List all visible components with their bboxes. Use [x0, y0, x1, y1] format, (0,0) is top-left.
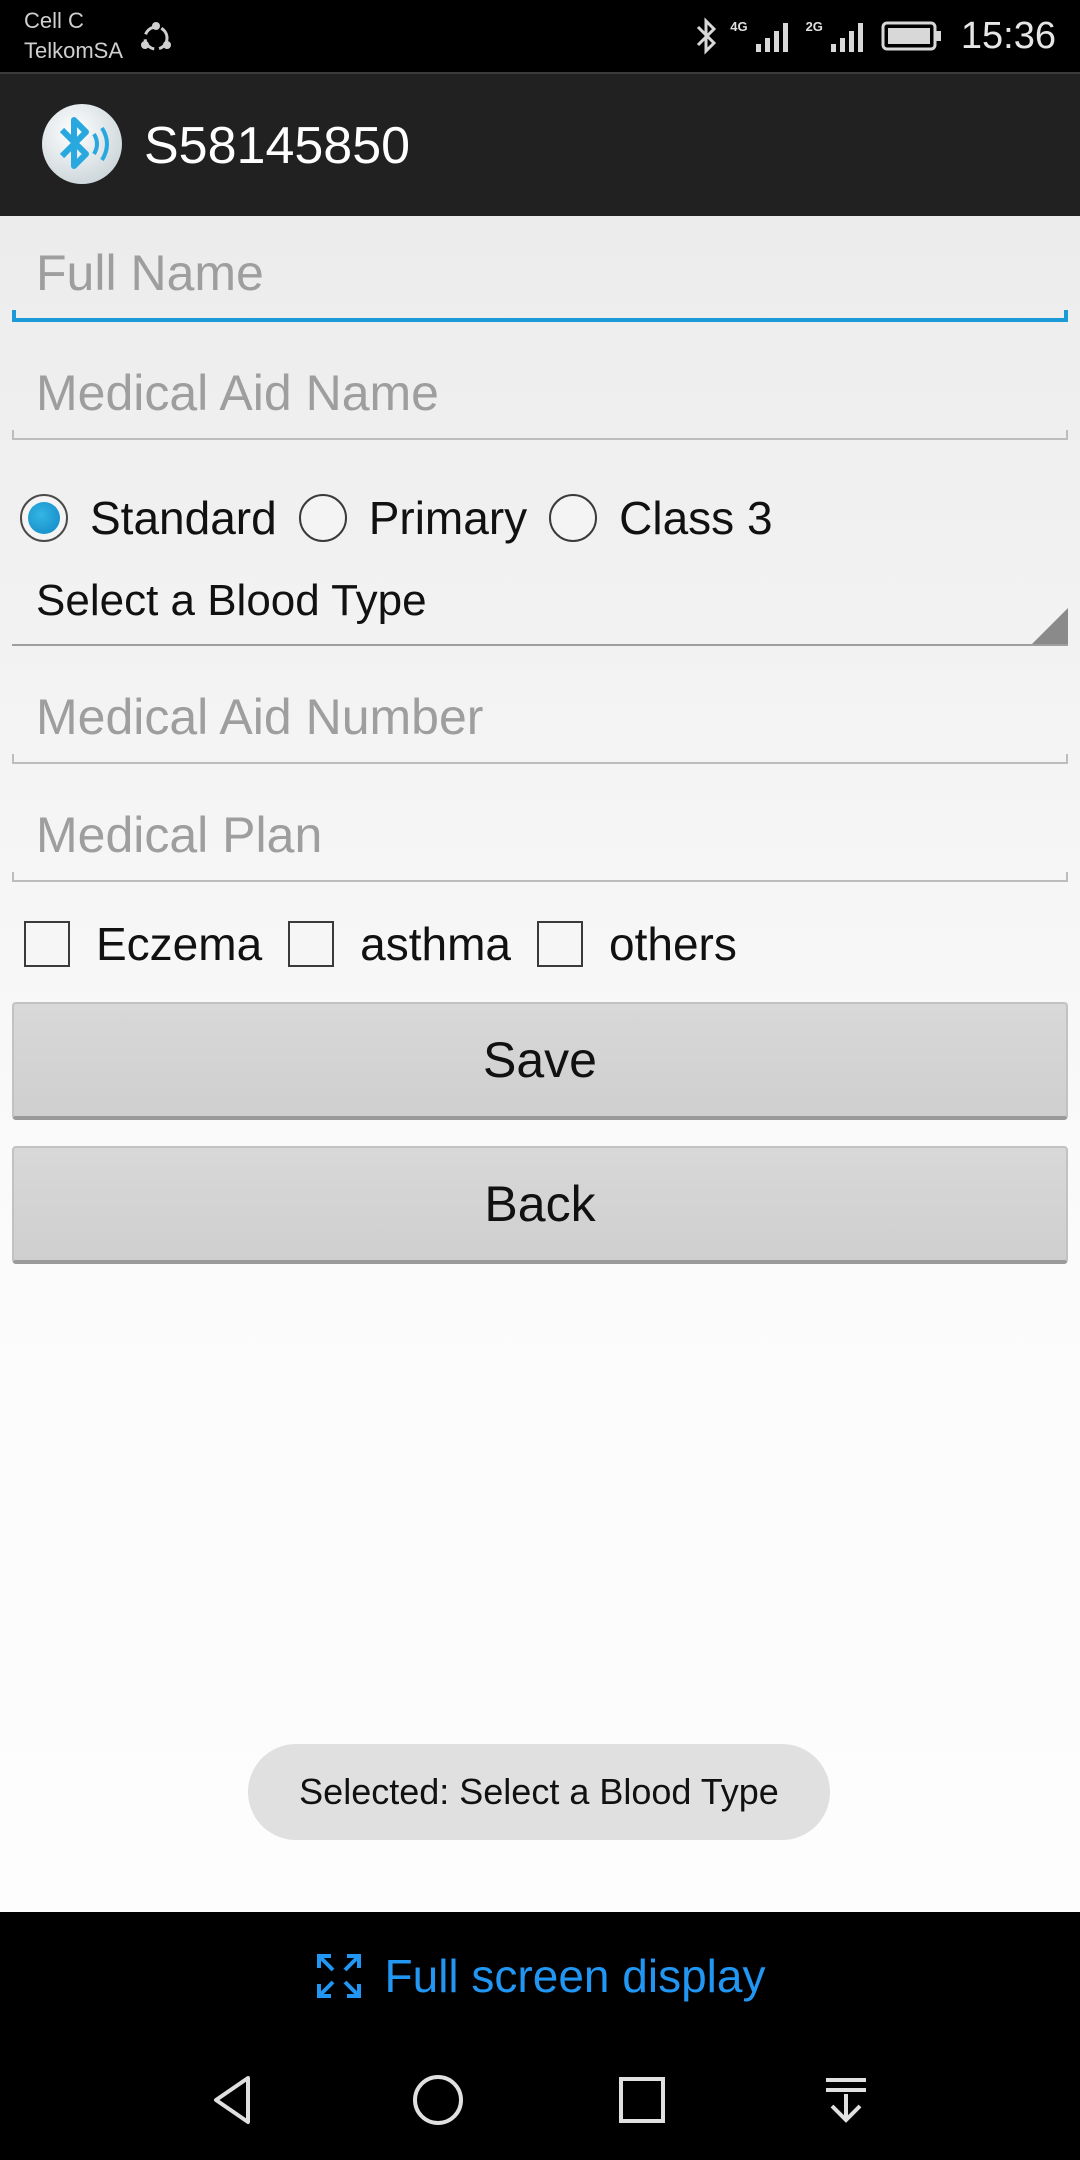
conditions-checkbox-group: Eczema asthma others — [24, 896, 763, 992]
status-time: 15:36 — [960, 14, 1056, 57]
medical-plan-placeholder: Medical Plan — [36, 807, 323, 863]
app-bar: S58145850 — [0, 72, 1080, 216]
medical-aid-name-input[interactable]: Medical Aid Name — [12, 340, 1068, 440]
spinner-arrow-icon — [1032, 608, 1068, 644]
status-bar: Cell C TelkomSA 4G 2G 15:36 — [0, 0, 1080, 72]
battery-icon — [881, 21, 941, 51]
carrier-line-1: Cell C — [24, 8, 84, 33]
signal-4g-icon — [755, 23, 788, 52]
radio-class-3[interactable]: Class 3 — [549, 491, 773, 545]
fullscreen-display-bar[interactable]: Full screen display — [0, 1912, 1080, 2040]
checkbox-others[interactable]: others — [537, 917, 737, 971]
checkbox-asthma[interactable]: asthma — [288, 917, 511, 971]
checkbox-label-asthma: asthma — [360, 918, 512, 970]
back-button[interactable]: Back — [12, 1146, 1068, 1264]
full-name-input[interactable]: Full Name — [12, 222, 1068, 322]
radio-primary[interactable]: Primary — [298, 491, 528, 545]
blood-type-spinner[interactable]: Select a Blood Type — [12, 556, 1068, 646]
plan-class-radio-group: Standard Primary Class 3 — [20, 470, 795, 566]
medical-plan-input[interactable]: Medical Plan — [12, 782, 1068, 882]
toast-message: Selected: Select a Blood Type — [248, 1744, 830, 1840]
home-circle-icon[interactable] — [408, 2070, 468, 2130]
blood-type-selected: Select a Blood Type — [36, 576, 427, 625]
radio-button-checked[interactable] — [20, 494, 68, 542]
network-4g-label: 4G — [730, 18, 748, 34]
save-button[interactable]: Save — [12, 1002, 1068, 1120]
checkbox-eczema[interactable]: Eczema — [24, 917, 262, 971]
radio-standard[interactable]: Standard — [20, 491, 277, 545]
expand-icon — [316, 1954, 361, 1998]
signal-2g-icon — [830, 23, 863, 52]
notification-pull-icon[interactable] — [816, 2070, 876, 2130]
navigation-bar — [0, 2040, 1080, 2160]
full-name-placeholder: Full Name — [36, 245, 264, 301]
form-content: Full Name Medical Aid Name Standard Prim… — [0, 216, 1080, 1912]
carrier-line-2: TelkomSA — [24, 38, 124, 63]
carrier-info: Cell C TelkomSA — [24, 6, 123, 66]
recents-square-icon[interactable] — [612, 2070, 672, 2130]
radio-label-class-3: Class 3 — [619, 492, 773, 544]
radio-button[interactable] — [298, 494, 347, 542]
checkbox-box[interactable] — [288, 921, 335, 967]
medical-aid-name-placeholder: Medical Aid Name — [36, 365, 439, 421]
bluetooth-icon — [697, 17, 717, 55]
radio-button[interactable] — [549, 494, 598, 542]
status-right: 4G 2G 15:36 — [694, 0, 1056, 72]
app-title: S58145850 — [144, 117, 411, 175]
back-triangle-icon[interactable] — [204, 2070, 264, 2130]
fullscreen-label: Full screen display — [384, 1950, 766, 2002]
checkbox-box[interactable] — [537, 921, 584, 967]
medical-aid-number-input[interactable]: Medical Aid Number — [12, 664, 1068, 764]
checkbox-box[interactable] — [24, 921, 70, 967]
network-2g-label: 2G — [805, 18, 823, 34]
checkbox-label-eczema: Eczema — [96, 918, 263, 970]
screen: Cell C TelkomSA 4G 2G 15:36 S58145850 Fu… — [0, 0, 1080, 2160]
radio-label-standard: Standard — [90, 492, 277, 544]
radio-label-primary: Primary — [368, 492, 528, 544]
bluetooth-app-icon — [42, 104, 122, 184]
medical-aid-number-placeholder: Medical Aid Number — [36, 689, 484, 745]
checkbox-label-others: others — [609, 918, 737, 970]
sync-icon — [141, 22, 171, 51]
